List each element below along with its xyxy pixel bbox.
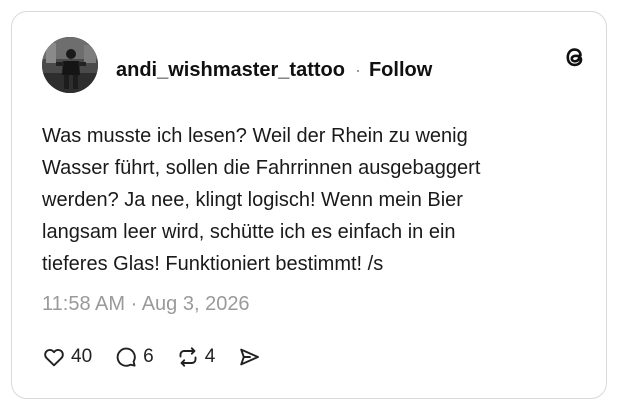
post-header: andi_wishmaster_tattoo · Follow	[116, 56, 432, 84]
avatar[interactable]	[42, 37, 98, 93]
repost-button[interactable]: 4	[176, 345, 216, 369]
post-text-line: Was musste ich lesen? Weil der Rhein zu …	[42, 125, 468, 147]
post-text-line: Wasser führt, sollen die Fahrrinnen ausg…	[42, 157, 481, 179]
post-text-line: werden? Ja nee, klingt logisch! Wenn mei…	[42, 189, 463, 211]
like-button[interactable]: 40	[42, 345, 92, 369]
post-text-line: tieferes Glas! Funktioniert bestimmt! /s	[42, 253, 384, 275]
threads-logo-icon[interactable]	[559, 42, 589, 72]
like-count: 40	[71, 346, 93, 367]
post-text-line: langsam leer wird, schütte ich es einfac…	[42, 221, 456, 243]
send-icon	[237, 345, 261, 369]
follow-button[interactable]: Follow	[369, 59, 432, 82]
comment-icon	[114, 345, 138, 369]
action-bar: 40 6 4	[42, 344, 283, 370]
post-text: Was musste ich lesen? Weil der Rhein zu …	[42, 120, 587, 280]
comment-count: 6	[143, 346, 154, 367]
repost-icon	[176, 345, 200, 369]
comment-button[interactable]: 6	[114, 345, 154, 369]
heart-icon	[42, 345, 66, 369]
username[interactable]: andi_wishmaster_tattoo	[116, 59, 345, 82]
avatar-photo	[42, 37, 98, 93]
post-card: andi_wishmaster_tattoo · Follow Was muss…	[11, 11, 607, 399]
repost-count: 4	[204, 346, 216, 367]
share-button[interactable]	[237, 345, 261, 369]
separator-dot: ·	[354, 59, 361, 80]
post-timestamp[interactable]: 11:58 AM · Aug 3, 2026	[42, 293, 250, 316]
